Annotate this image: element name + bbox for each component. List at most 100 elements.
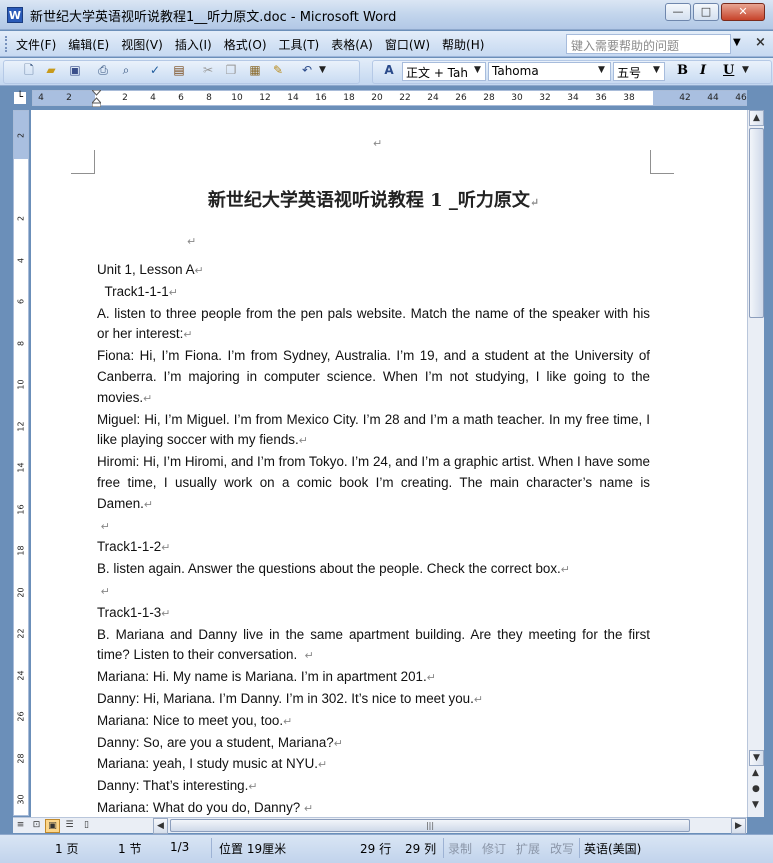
- document-paragraph[interactable]: Danny: Hi, Mariana. I’m Danny. I’m in 30…: [97, 689, 650, 711]
- status-record[interactable]: 录制: [448, 840, 472, 857]
- next-page-icon[interactable]: ▼: [752, 800, 759, 810]
- document-paragraph[interactable]: A. listen to three people from the pen p…: [97, 304, 650, 347]
- document-paragraph[interactable]: B. listen again. Answer the questions ab…: [97, 559, 650, 581]
- tab-selector[interactable]: └: [13, 91, 27, 105]
- vertical-scrollbar[interactable]: ▲ ▼ ▲ ● ▼: [747, 110, 764, 817]
- horizontal-scroll-thumb[interactable]: |||: [170, 819, 690, 832]
- print-icon[interactable]: ⎙: [95, 62, 111, 78]
- styles-pane-icon[interactable]: A: [381, 62, 397, 78]
- maximize-button[interactable]: □: [693, 3, 719, 21]
- scroll-right-button[interactable]: ▶: [731, 818, 746, 834]
- document-paragraph[interactable]: Fiona: Hi, I’m Fiona. I’m from Sydney, A…: [97, 346, 650, 409]
- word-app-icon[interactable]: W: [7, 7, 23, 23]
- document-paragraph[interactable]: Mariana: Hi. My name is Mariana. I’m in …: [97, 667, 650, 689]
- document-paragraph[interactable]: ↵: [97, 516, 650, 538]
- document-area[interactable]: ↵ 新世纪大学英语视听说教程 1 _听力原文↵ ↵ Unit 1, Lesson…: [31, 110, 747, 817]
- bold-button[interactable]: B: [677, 63, 688, 78]
- paragraph-mark: ↵: [426, 672, 436, 685]
- underline-button[interactable]: U: [723, 63, 734, 78]
- normal-view-icon[interactable]: ≡: [13, 819, 28, 833]
- print-preview-icon[interactable]: ⌕: [118, 62, 134, 78]
- menu-item[interactable]: 工具(T): [279, 36, 320, 53]
- menu-item[interactable]: 编辑(E): [68, 36, 109, 53]
- cut-icon[interactable]: ✂: [200, 62, 216, 78]
- vertical-scroll-thumb[interactable]: [749, 128, 764, 318]
- font-dropdown-icon[interactable]: ▼: [598, 65, 605, 75]
- indent-marker-icon[interactable]: [92, 90, 101, 107]
- paragraph-text: Mariana: What do you do, Danny?: [97, 799, 304, 815]
- format-painter-icon[interactable]: ✎: [270, 62, 286, 78]
- status-track-changes[interactable]: 修订: [482, 840, 506, 857]
- spelling-icon[interactable]: ✓: [147, 62, 163, 78]
- new-icon[interactable]: 🗋: [21, 62, 37, 78]
- close-button[interactable]: ✕: [721, 3, 765, 21]
- minimize-button[interactable]: —: [665, 3, 691, 21]
- web-layout-view-icon[interactable]: ⊡: [29, 819, 44, 833]
- ruler-tick-label: 22: [16, 628, 26, 639]
- menu-item[interactable]: 帮助(H): [442, 36, 484, 53]
- status-language[interactable]: 英语(美国): [584, 840, 641, 857]
- document-paragraph[interactable]: Track1-1-2↵: [97, 537, 650, 559]
- ruler-tick-label: 12: [16, 420, 26, 432]
- previous-page-icon[interactable]: ▲: [752, 768, 759, 778]
- style-dropdown-icon[interactable]: ▼: [474, 65, 481, 75]
- document-close-button[interactable]: ×: [755, 35, 766, 50]
- print-layout-view-icon[interactable]: ▣: [45, 819, 60, 833]
- help-dropdown-icon[interactable]: ▼: [733, 37, 741, 48]
- scroll-up-button[interactable]: ▲: [749, 110, 764, 126]
- ruler-tick-label: 8: [16, 340, 26, 346]
- paragraph-mark: ↵: [373, 137, 383, 150]
- undo-icon[interactable]: ↶: [299, 62, 315, 78]
- select-browse-object-icon[interactable]: ●: [752, 784, 760, 794]
- italic-button[interactable]: I: [700, 63, 706, 78]
- document-paragraph[interactable]: Mariana: Nice to meet you, too.↵: [97, 711, 650, 733]
- ruler-tick-label: 12: [259, 93, 271, 103]
- help-search-input[interactable]: 键入需要帮助的问题: [566, 34, 731, 54]
- open-icon[interactable]: ▰: [43, 62, 59, 78]
- document-paragraph[interactable]: Miguel: Hi, I’m Miguel. I’m from Mexico …: [97, 410, 650, 453]
- document-paragraph[interactable]: Track1-1-1↵: [97, 282, 650, 304]
- paragraph-text: Miguel: Hi, I’m Miguel. I’m from Mexico …: [97, 411, 654, 448]
- paragraph-mark: ↵: [143, 392, 153, 405]
- menu-item[interactable]: 窗口(W): [385, 36, 430, 53]
- menu-item[interactable]: 视图(V): [121, 36, 163, 53]
- document-paragraph[interactable]: B. Mariana and Danny live in the same ap…: [97, 625, 650, 668]
- menu-item[interactable]: 文件(F): [16, 36, 56, 53]
- document-paragraph[interactable]: Track1-1-3↵: [97, 603, 650, 625]
- save-icon[interactable]: ▣: [67, 62, 83, 78]
- horizontal-scrollbar[interactable]: ≡ ⊡ ▣ ☰ ▯ ◀ ||| ▶: [13, 817, 747, 834]
- research-icon[interactable]: ▤: [171, 62, 187, 78]
- scroll-down-button[interactable]: ▼: [749, 750, 764, 766]
- menu-item[interactable]: 格式(O): [224, 36, 267, 53]
- status-extend[interactable]: 扩展: [516, 840, 540, 857]
- paste-icon[interactable]: ▦: [247, 62, 263, 78]
- vertical-ruler[interactable]: 2 2 4 6 8 10 12 14 16 18 20 22 24 26 28 30: [13, 110, 29, 816]
- menu-item[interactable]: 插入(I): [175, 36, 212, 53]
- menubar-grip[interactable]: [5, 36, 8, 52]
- document-paragraph[interactable]: Danny: That’s interesting.↵: [97, 776, 650, 798]
- menu-item[interactable]: 表格(A): [331, 36, 373, 53]
- ruler-tick-label: 2: [16, 132, 26, 139]
- document-paragraph[interactable]: Danny: So, are you a student, Mariana?↵: [97, 733, 650, 755]
- paragraph-mark: ↵: [194, 265, 204, 277]
- underline-dropdown-icon[interactable]: ▼: [742, 65, 749, 75]
- outline-view-icon[interactable]: ☰: [62, 819, 77, 833]
- document-paragraph[interactable]: Unit 1, Lesson A↵: [97, 260, 650, 282]
- document-paragraph[interactable]: ↵: [97, 581, 650, 603]
- paragraph-text: Mariana: Nice to meet you, too.: [97, 712, 284, 728]
- undo-dropdown-icon[interactable]: ▼: [319, 65, 326, 75]
- ruler-tick-label: 8: [206, 93, 212, 103]
- status-overtype[interactable]: 改写: [550, 840, 574, 857]
- document-paragraph[interactable]: Mariana: What do you do, Danny? ↵: [97, 798, 650, 817]
- ruler-tick-label: 4: [150, 93, 156, 103]
- copy-icon[interactable]: ❐: [223, 62, 239, 78]
- reading-layout-view-icon[interactable]: ▯: [79, 819, 94, 833]
- document-paragraph[interactable]: Hiromi: Hi, I’m Hiromi, and I’m from Tok…: [97, 452, 650, 515]
- font-size-dropdown-icon[interactable]: ▼: [653, 65, 660, 75]
- ruler-tick-label: 26: [455, 93, 467, 103]
- document-paragraph[interactable]: Mariana: yeah, I study music at NYU.↵: [97, 754, 650, 776]
- paragraph-mark: ↵: [161, 607, 171, 620]
- scroll-left-button[interactable]: ◀: [153, 818, 168, 834]
- font-combo[interactable]: Tahoma: [488, 62, 611, 81]
- horizontal-ruler[interactable]: 4 2 2 4 6 8 10 12 14 16 18 20 22 24 26 28 30 32 34 36 38 42 44…: [32, 90, 747, 106]
